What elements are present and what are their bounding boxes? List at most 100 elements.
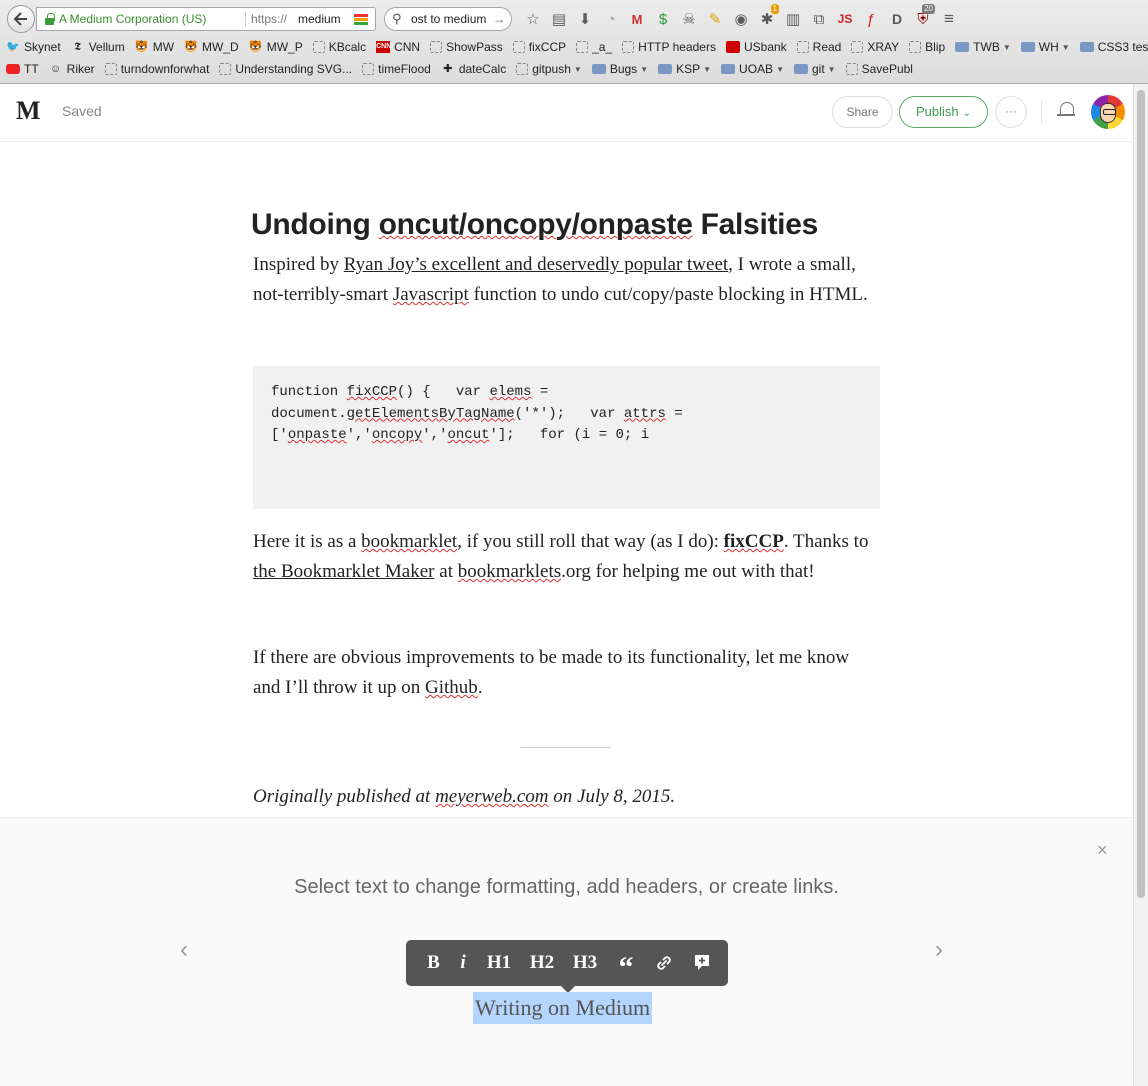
star-icon[interactable]: ☆ [520, 6, 546, 32]
s-square-icon[interactable]: ⧉ [806, 6, 832, 32]
fixccp-link[interactable]: fixCCP [724, 531, 784, 552]
bookmark-item[interactable]: CSS3 tests▼ [1079, 40, 1148, 54]
code-block[interactable]: function fixCCP() { var elems = document… [253, 366, 880, 509]
bookmark-item[interactable]: Blip [909, 40, 945, 54]
readability-icon[interactable] [354, 14, 368, 26]
search-input[interactable]: ost to medium [411, 8, 486, 30]
bookmark-item[interactable]: TT [6, 62, 39, 76]
bookmark-item[interactable]: SavePubl [845, 62, 913, 76]
bookmark-item[interactable]: fixCCP [512, 40, 566, 54]
bookmark-item[interactable]: CNN CNN [376, 40, 420, 54]
link-button[interactable] [645, 940, 683, 986]
scrollbar-thumb[interactable] [1137, 90, 1145, 898]
article-title[interactable]: Undoing oncut/oncopy/onpaste Falsities [251, 208, 818, 242]
bookmark-item[interactable]: _a_ [576, 40, 612, 54]
no-script-icon[interactable]: ƒ [858, 6, 884, 32]
text: .org for helping me out with that! [561, 561, 815, 582]
h3-button[interactable]: H3 [563, 940, 607, 986]
dashed-box-icon [512, 41, 525, 53]
site-identity[interactable]: A Medium Corporation (US) [59, 8, 206, 30]
bookmark-item[interactable]: HTTP headers [622, 40, 716, 54]
publish-button[interactable]: Publish ⌄ [899, 96, 988, 128]
paragraph-bookmarklet[interactable]: Here it is as a bookmarklet, if you stil… [253, 527, 880, 587]
h2-button[interactable]: H2 [521, 940, 563, 986]
bookmark-item[interactable]: 🐦 Skynet [6, 40, 61, 54]
bookmark-item[interactable]: timeFlood [362, 62, 431, 76]
bookmark-item[interactable]: KSP ▼ [658, 62, 711, 76]
share-button[interactable]: Share [832, 96, 893, 128]
bookmarklet-maker-link[interactable]: the Bookmarklet Maker [253, 561, 435, 582]
clipboard-icon[interactable]: ▥ [780, 6, 806, 32]
bookmark-item[interactable]: USbank [725, 40, 787, 54]
originally-published[interactable]: Originally published at meyerweb.com on … [253, 786, 675, 808]
add-note-button[interactable] [683, 940, 721, 986]
close-icon[interactable]: × [1097, 840, 1108, 861]
italic-button[interactable]: i [449, 940, 477, 986]
riker-icon: ☺ [50, 63, 62, 75]
avatar[interactable] [1091, 95, 1125, 129]
bookmark-item[interactable]: Read [796, 40, 841, 54]
code-text: ',' [422, 427, 448, 443]
gmail-icon[interactable]: M [624, 6, 650, 32]
search-bar[interactable]: ⚲ ost to medium → [384, 7, 512, 31]
previous-tip-button[interactable]: ‹ [180, 936, 188, 964]
dashed-box-icon [516, 63, 529, 75]
scrollbar[interactable] [1133, 84, 1148, 1086]
pencil-icon[interactable]: ✎ [702, 6, 728, 32]
bookmark-item[interactable]: KBcalc [312, 40, 366, 54]
more-options-button[interactable]: ··· [995, 96, 1027, 128]
ublock-icon[interactable]: ⛨ 20 [910, 4, 936, 32]
code-text: [' [271, 427, 288, 443]
sample-selected-text[interactable]: Writing on Medium [473, 992, 653, 1024]
next-tip-button[interactable]: › [935, 936, 943, 964]
download-icon[interactable]: ⬇ [572, 6, 598, 32]
reading-list-icon[interactable]: ▤ [546, 6, 572, 32]
bookmark-item[interactable]: Understanding SVG... [219, 62, 352, 76]
code-text: fixCCP [346, 384, 398, 400]
bookmark-item[interactable]: git ▼ [793, 62, 836, 76]
bookmark-item[interactable]: ☺ Riker [49, 62, 95, 76]
bookmark-item[interactable]: Bugs ▼ [591, 62, 648, 76]
github-link[interactable]: Github [425, 677, 478, 698]
bookmark-item[interactable]: 🐯 MW_D [184, 40, 239, 54]
medium-logo[interactable]: M [16, 96, 41, 126]
bookmark-item[interactable]: UOAB ▼ [721, 62, 784, 76]
bold-button[interactable]: B [418, 940, 449, 986]
dollar-icon[interactable]: $ [650, 6, 676, 32]
extension-badge-icon[interactable]: ✱ 1 [754, 4, 780, 32]
menu-icon[interactable]: ≡ [936, 6, 962, 32]
quote-button[interactable]: “ [607, 940, 645, 986]
bookmark-label: Bugs [609, 62, 638, 76]
d-icon[interactable]: D [884, 6, 910, 32]
bookmarklets-link[interactable]: bookmarklets [458, 561, 561, 582]
bookmark-item[interactable]: 𝕿 Vellum [71, 40, 124, 54]
bookmark-item[interactable]: XRAY [851, 40, 899, 54]
bookmark-item[interactable]: WH ▼ [1020, 40, 1070, 54]
bell-icon[interactable] [1057, 100, 1077, 122]
search-go-icon[interactable]: → [493, 8, 505, 30]
url-dropdown-icon[interactable]: ▼ [375, 8, 376, 30]
bookmarklet-link[interactable]: bookmarklet [361, 531, 457, 552]
extension-badge: 1 [770, 4, 779, 14]
paragraph-intro[interactable]: Inspired by Ryan Joy’s excellent and des… [253, 250, 880, 310]
bookmark-item[interactable]: ✚ dateCalc [441, 62, 506, 76]
h1-button[interactable]: H1 [477, 940, 521, 986]
bookmark-item[interactable]: 🐯 MW [135, 40, 174, 54]
back-button[interactable] [7, 5, 35, 33]
url-bar[interactable]: A Medium Corporation (US) https:// mediu… [36, 7, 376, 31]
bookmark-label: Skynet [24, 40, 61, 54]
paragraph-github[interactable]: If there are obvious improvements to be … [253, 643, 880, 703]
tweet-link[interactable]: Ryan Joy’s excellent and deservedly popu… [344, 254, 728, 275]
folder-icon [721, 64, 736, 74]
bookmark-item[interactable]: gitpush ▼ [516, 62, 582, 76]
skull-icon[interactable]: ☠ [676, 6, 702, 32]
bookmark-item[interactable]: TWB ▼ [955, 40, 1011, 54]
js-icon[interactable]: JS [832, 6, 858, 32]
rss-icon[interactable]: ◔ [598, 6, 624, 32]
meyerweb-link[interactable]: meyerweb.com [435, 786, 548, 807]
tip-text: Select text to change formatting, add he… [294, 876, 839, 898]
bookmark-item[interactable]: ShowPass [430, 40, 503, 54]
bookmark-item[interactable]: turndownforwhat [104, 62, 209, 76]
color-wheel-icon[interactable]: ◉ [728, 6, 754, 32]
bookmark-item[interactable]: 🐯 MW_P [249, 40, 303, 54]
